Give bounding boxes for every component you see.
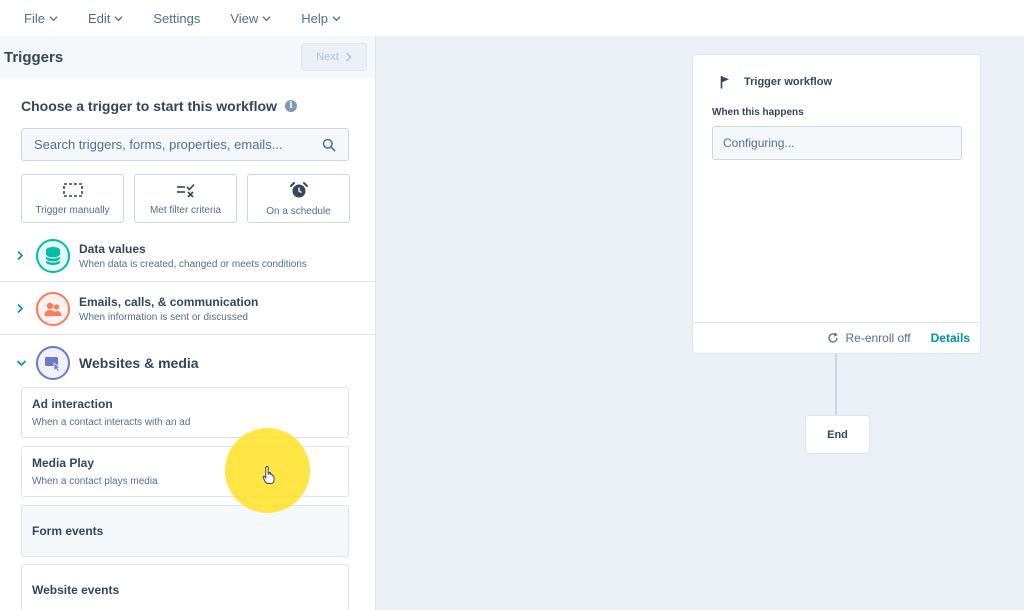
trigger-website-events[interactable]: Website events xyxy=(21,564,349,610)
quick-trigger-options: Trigger manually Met filter criteria On … xyxy=(21,174,350,223)
menu-edit-label: Edit xyxy=(87,10,111,26)
met-filter-criteria-label: Met filter criteria xyxy=(149,204,222,216)
chevron-down-icon xyxy=(262,15,271,21)
category-text: Data values When data is created, change… xyxy=(79,242,307,270)
menu-edit[interactable]: Edit xyxy=(88,11,123,26)
filter-check-icon xyxy=(176,183,195,198)
chevron-right-icon xyxy=(16,250,36,261)
category-text: Emails, calls, & communication When info… xyxy=(79,295,258,323)
trigger-title: Ad interaction xyxy=(32,397,113,411)
refresh-icon xyxy=(828,332,839,343)
menu-file-label: File xyxy=(24,10,45,26)
trigger-card-title: Trigger workflow xyxy=(744,76,833,88)
chevron-right-icon xyxy=(345,52,352,62)
alarm-clock-icon xyxy=(289,181,308,197)
trigger-manually-button[interactable]: Trigger manually xyxy=(21,174,124,223)
trigger-title: Website events xyxy=(32,583,120,597)
trigger-ad-interaction[interactable]: Ad interaction When a contact interacts … xyxy=(21,387,349,438)
trigger-form-events[interactable]: Form events xyxy=(21,505,349,557)
trigger-search xyxy=(21,128,349,161)
menu-help-label: Help xyxy=(301,10,329,26)
media-icon xyxy=(36,346,70,380)
trigger-card-footer: Re-enroll off Details xyxy=(693,322,980,353)
trigger-config-field[interactable]: Configuring... xyxy=(712,126,962,160)
on-a-schedule-label: On a schedule xyxy=(266,205,331,217)
reenroll-status[interactable]: Re-enroll off xyxy=(827,331,911,345)
chevron-down-icon xyxy=(114,15,123,21)
trigger-manually-label: Trigger manually xyxy=(35,204,110,216)
reenroll-label: Re-enroll off xyxy=(845,331,911,345)
category-title: Emails, calls, & communication xyxy=(79,294,259,309)
panel-header: Triggers Next xyxy=(0,36,375,78)
category-title: Data values xyxy=(79,241,146,256)
chevron-down-icon xyxy=(332,15,341,21)
category-websites-media[interactable]: Websites & media xyxy=(0,336,375,390)
menu-file[interactable]: File xyxy=(24,11,58,26)
category-subtitle: When information is sent or discussed xyxy=(79,311,248,323)
when-this-happens-label: When this happens xyxy=(712,107,804,118)
choose-trigger-text: Choose a trigger to start this workflow xyxy=(21,98,277,114)
trigger-search-input[interactable] xyxy=(34,137,322,152)
trigger-title: Form events xyxy=(32,524,104,538)
details-link[interactable]: Details xyxy=(931,331,970,345)
hand-pointer-icon xyxy=(262,465,275,484)
menu-view[interactable]: View xyxy=(230,11,271,26)
category-subtitle: When data is created, changed or meets c… xyxy=(79,258,307,270)
trigger-card-header: Trigger workflow xyxy=(693,55,980,89)
info-icon[interactable]: i xyxy=(284,100,297,112)
trigger-subtitle: When a contact interacts with an ad xyxy=(32,417,191,428)
flag-icon xyxy=(720,76,729,89)
chevron-down-icon xyxy=(16,359,36,367)
menu-help[interactable]: Help xyxy=(301,11,341,26)
menu-settings-label: Settings xyxy=(153,10,201,26)
triggers-panel: Triggers Next Choose a trigger to start … xyxy=(0,36,376,610)
end-node: End xyxy=(805,415,870,454)
next-button-label: Next xyxy=(316,51,339,63)
panel-title: Triggers xyxy=(4,48,64,66)
trigger-workflow-card[interactable]: Trigger workflow When this happens Confi… xyxy=(692,54,981,354)
category-emails-calls-communication[interactable]: Emails, calls, & communication When info… xyxy=(0,283,375,335)
next-button[interactable]: Next xyxy=(301,43,367,71)
menu-settings[interactable]: Settings xyxy=(153,11,200,26)
chevron-down-icon xyxy=(49,15,58,21)
dashed-square-icon xyxy=(62,182,83,197)
choose-trigger-heading: Choose a trigger to start this workflow … xyxy=(21,98,297,114)
on-a-schedule-button[interactable]: On a schedule xyxy=(247,174,350,223)
chevron-right-icon xyxy=(16,303,36,314)
workflow-connector xyxy=(835,354,837,415)
people-icon xyxy=(36,291,70,326)
menu-bar: File Edit Settings View Help xyxy=(0,0,1024,36)
menu-view-label: View xyxy=(230,10,259,26)
category-title: Websites & media xyxy=(79,355,199,371)
database-icon xyxy=(36,238,70,273)
category-data-values[interactable]: Data values When data is created, change… xyxy=(0,230,375,282)
search-icon[interactable] xyxy=(322,138,336,152)
met-filter-criteria-button[interactable]: Met filter criteria xyxy=(134,174,237,223)
